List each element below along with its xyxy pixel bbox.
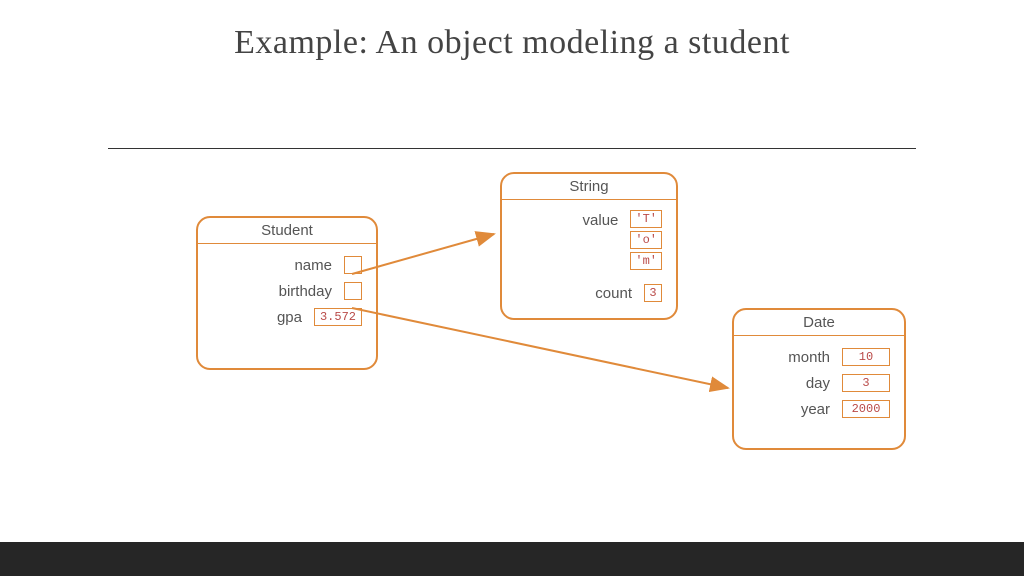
field-label-day: day bbox=[748, 375, 830, 392]
string-object: String value 'T' 'o' 'm' count 3 bbox=[500, 172, 678, 320]
field-label-count: count bbox=[516, 285, 632, 302]
string-header: String bbox=[502, 174, 676, 200]
student-field-birthday: birthday bbox=[198, 278, 376, 304]
string-field-value: value 'T' 'o' 'm' bbox=[502, 206, 676, 274]
field-label-name: name bbox=[212, 257, 332, 274]
char-2: 'm' bbox=[630, 252, 662, 270]
char-0: 'T' bbox=[630, 210, 662, 228]
object-diagram: Student name birthday gpa 3.572 String v… bbox=[0, 0, 1024, 576]
birthday-pointer-box bbox=[344, 282, 362, 300]
student-header: Student bbox=[198, 218, 376, 244]
student-field-gpa: gpa 3.572 bbox=[198, 304, 376, 330]
date-field-month: month 10 bbox=[734, 344, 904, 370]
footer-bar bbox=[0, 542, 1024, 576]
year-value: 2000 bbox=[842, 400, 890, 418]
field-label-birthday: birthday bbox=[212, 283, 332, 300]
date-field-day: day 3 bbox=[734, 370, 904, 396]
field-label-month: month bbox=[748, 349, 830, 366]
char-1: 'o' bbox=[630, 231, 662, 249]
date-field-year: year 2000 bbox=[734, 396, 904, 422]
field-label-value: value bbox=[516, 210, 618, 229]
char-array: 'T' 'o' 'm' bbox=[630, 210, 662, 270]
name-pointer-box bbox=[344, 256, 362, 274]
student-field-name: name bbox=[198, 252, 376, 278]
date-header: Date bbox=[734, 310, 904, 336]
day-value: 3 bbox=[842, 374, 890, 392]
field-label-year: year bbox=[748, 401, 830, 418]
string-field-count: count 3 bbox=[502, 280, 676, 306]
student-object: Student name birthday gpa 3.572 bbox=[196, 216, 378, 370]
date-object: Date month 10 day 3 year 2000 bbox=[732, 308, 906, 450]
count-value: 3 bbox=[644, 284, 662, 302]
month-value: 10 bbox=[842, 348, 890, 366]
arrow-birthday-to-date bbox=[352, 308, 728, 388]
field-label-gpa: gpa bbox=[212, 309, 302, 326]
gpa-value: 3.572 bbox=[314, 308, 362, 326]
